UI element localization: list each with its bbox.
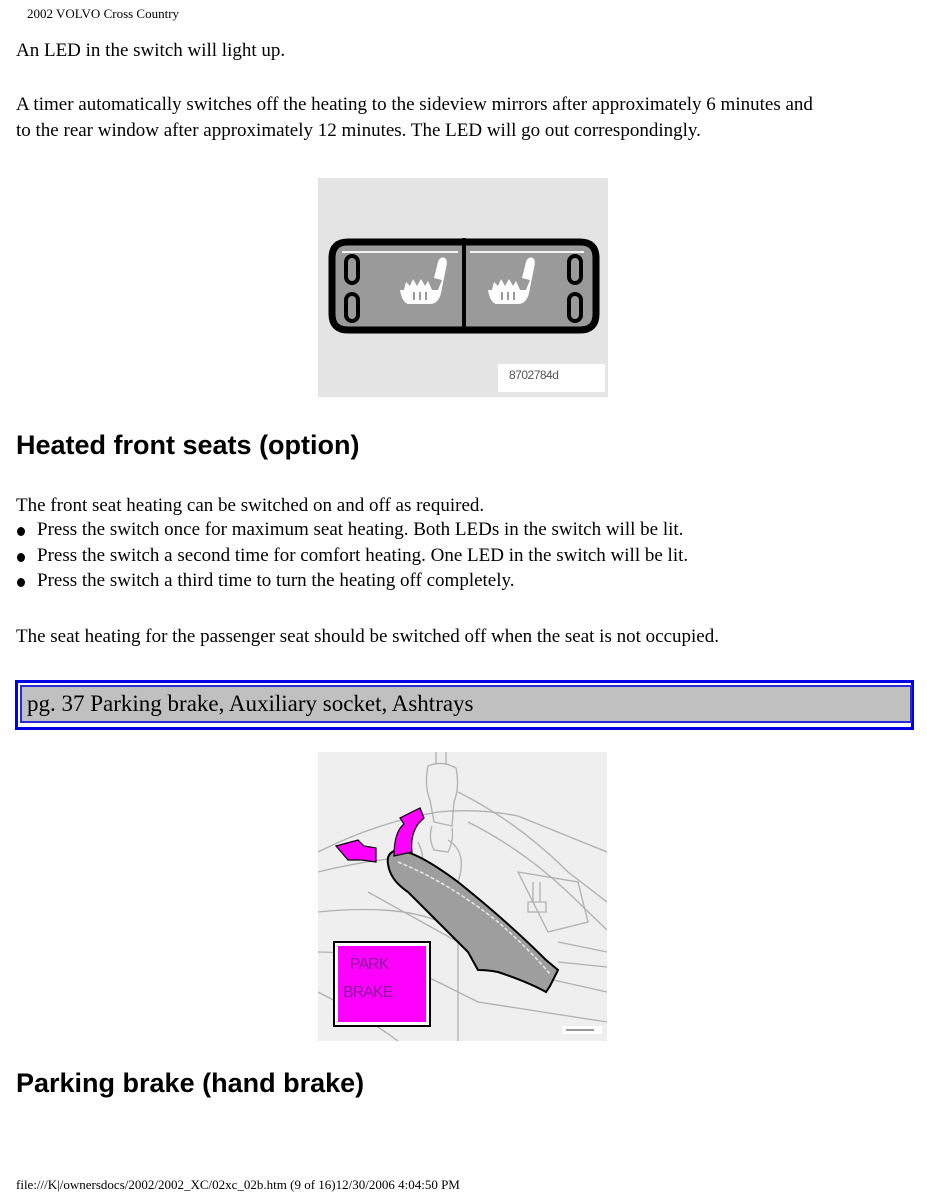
list-item: Press the switch a third time to turn th… — [16, 568, 688, 594]
list-item-text: Press the switch a third time to turn th… — [37, 570, 515, 591]
timer-paragraph-line-1: A timer automatically switches off the h… — [16, 94, 813, 115]
document-footer: file:///K|/ownersdocs/2002/2002_XC/02xc_… — [16, 1177, 460, 1192]
heated-seats-instructions: Press the switch once for maximum seat h… — [16, 517, 688, 594]
brake-label-line-2: BRAKE — [343, 984, 393, 1001]
heated-seats-intro: The front seat heating can be switched o… — [16, 495, 485, 516]
heated-seats-heading: Heated front seats (option) — [16, 430, 360, 460]
bullet-icon — [17, 578, 25, 587]
list-item: Press the switch once for maximum seat h… — [16, 517, 688, 543]
led-paragraph: An LED in the switch will light up. — [16, 40, 286, 61]
passenger-seat-note: The seat heating for the passenger seat … — [16, 626, 719, 647]
page-nav-link[interactable]: pg. 37 Parking brake, Auxiliary socket, … — [27, 691, 474, 716]
seat-heater-switch-figure: 8702784d — [318, 178, 608, 397]
seat-heater-switch-illustration — [318, 178, 608, 397]
parking-brake-heading: Parking brake (hand brake) — [16, 1068, 365, 1098]
parking-brake-figure: PARK BRAKE — [317, 752, 608, 1042]
list-item-text: Press the switch a second time for comfo… — [37, 544, 689, 566]
page-nav-link-container[interactable]: pg. 37 Parking brake, Auxiliary socket, … — [20, 685, 912, 723]
bullet-icon — [17, 552, 25, 562]
page-nav-box[interactable]: pg. 37 Parking brake, Auxiliary socket, … — [15, 680, 914, 730]
list-item-text: Press the switch once for maximum seat h… — [37, 519, 684, 540]
figure-code-label: 8702784d — [509, 368, 559, 382]
timer-paragraph-line-2: to the rear window after approximately 1… — [16, 120, 701, 141]
document-header: 2002 VOLVO Cross Country — [27, 6, 180, 21]
bullet-icon — [17, 527, 25, 536]
park-label-line-1: PARK — [350, 956, 389, 973]
list-item: Press the switch a second time for comfo… — [16, 543, 688, 569]
